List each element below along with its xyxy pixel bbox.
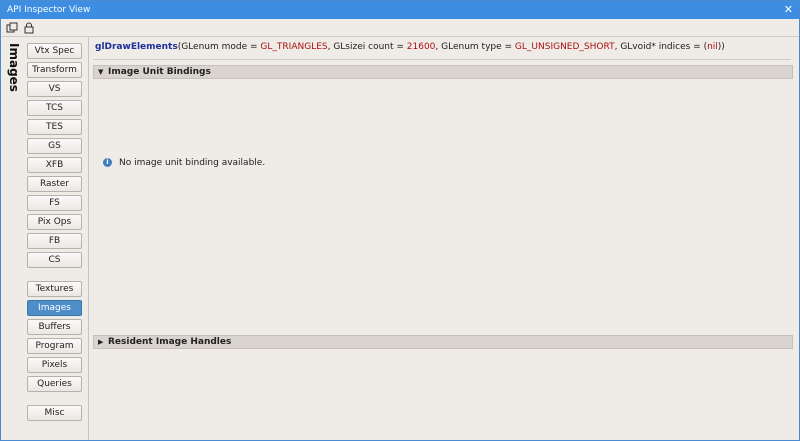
tcs-button[interactable]: TCS (27, 100, 82, 116)
call-text: , GLenum type = (435, 42, 515, 52)
call-text: )) (717, 42, 725, 52)
toolbar (1, 19, 799, 37)
pixels-button[interactable]: Pixels (27, 357, 82, 373)
sidebar-title: Images (7, 43, 21, 92)
buffers-button[interactable]: Buffers (27, 319, 82, 335)
expanded-arrow-icon: ▼ (98, 68, 104, 76)
section-label: Resident Image Handles (108, 337, 232, 347)
info-icon: i (103, 158, 112, 167)
main-panel: glDrawElements(GLenum mode = GL_TRIANGLE… (89, 37, 799, 440)
window-title: API Inspector View (7, 5, 91, 15)
api-call-line: glDrawElements(GLenum mode = GL_TRIANGLE… (95, 42, 725, 52)
resident-image-handles-header[interactable]: ▶ Resident Image Handles (93, 335, 793, 349)
collapsed-arrow-icon: ▶ (98, 338, 104, 346)
mode-value: GL_TRIANGLES (260, 42, 328, 52)
image-unit-bindings-header[interactable]: ▼ Image Unit Bindings (93, 65, 793, 79)
call-text: , GLvoid* indices = ( (614, 42, 708, 52)
call-text: , GLsizei count = (327, 42, 407, 52)
images-button[interactable]: Images (27, 300, 82, 316)
sidebar: Images Vtx Spec Transform VS TCS TES GS … (1, 37, 89, 440)
raster-button[interactable]: Raster (27, 176, 82, 192)
vs-button[interactable]: VS (27, 81, 82, 97)
lock-icon[interactable] (23, 22, 35, 34)
pix-ops-button[interactable]: Pix Ops (27, 214, 82, 230)
count-value: 21600 (406, 42, 436, 52)
function-name: glDrawElements (95, 42, 178, 52)
call-text: (GLenum mode = (177, 42, 261, 52)
divider (93, 59, 791, 60)
info-message: No image unit binding available. (119, 158, 266, 168)
section-label: Image Unit Bindings (108, 67, 211, 77)
textures-button[interactable]: Textures (27, 281, 82, 297)
xfb-button[interactable]: XFB (27, 157, 82, 173)
copy-icon[interactable] (6, 22, 18, 34)
type-value: GL_UNSIGNED_SHORT (514, 42, 615, 52)
close-icon[interactable]: ✕ (784, 3, 793, 17)
indices-value: nil (707, 42, 718, 52)
tes-button[interactable]: TES (27, 119, 82, 135)
cs-button[interactable]: CS (27, 252, 82, 268)
queries-button[interactable]: Queries (27, 376, 82, 392)
title-bar: API Inspector View ✕ (1, 1, 799, 19)
fb-button[interactable]: FB (27, 233, 82, 249)
api-inspector-window: API Inspector View ✕ Images Vtx Spec Tra… (0, 0, 800, 441)
program-button[interactable]: Program (27, 338, 82, 354)
gs-button[interactable]: GS (27, 138, 82, 154)
vtx-spec-button[interactable]: Vtx Spec (27, 43, 82, 59)
fs-button[interactable]: FS (27, 195, 82, 211)
misc-button[interactable]: Misc (27, 405, 82, 421)
transform-button[interactable]: Transform (27, 62, 82, 78)
